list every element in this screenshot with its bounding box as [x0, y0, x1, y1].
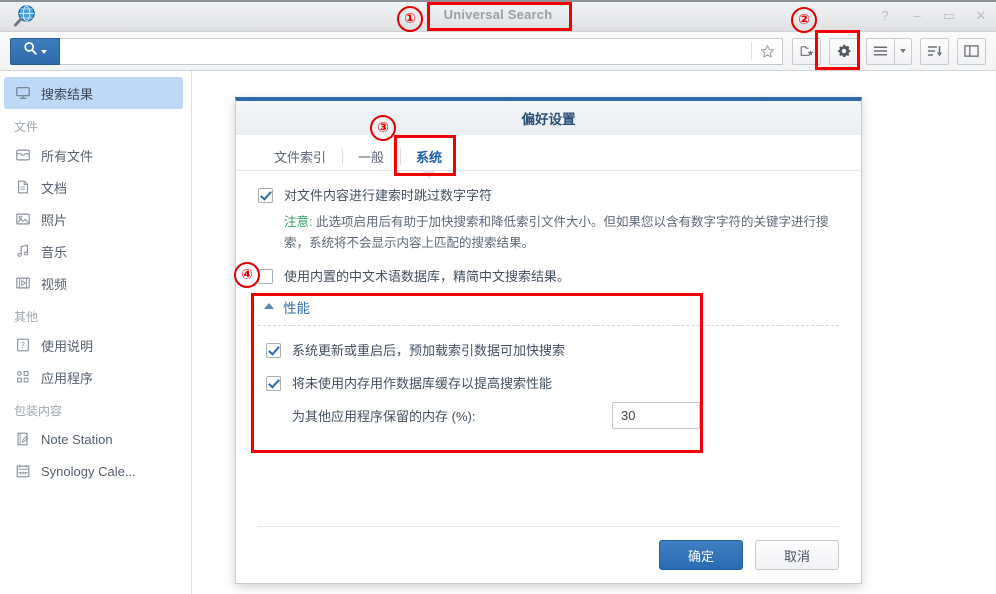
chevron-up-icon [264, 303, 274, 309]
sidebar: 搜索结果 文件 所有文件 文档 照片 音乐 视频 其他 ? 使用说明 应用程序 … [0, 71, 192, 594]
sidebar-item-label: 文档 [41, 180, 68, 196]
question-box-icon: ? [14, 337, 31, 354]
dialog-title: 偏好设置 [521, 112, 576, 127]
memory-reserve-row: 为其他应用程序保留的内存 (%): [292, 402, 839, 429]
note-keyword: 注意: [284, 215, 313, 229]
sidebar-item-label: Note Station [41, 431, 113, 447]
sidebar-item-synology-calendar[interactable]: Synology Cale... [0, 455, 191, 487]
apps-icon [14, 369, 31, 386]
annotation-marker-4: ④ [234, 262, 260, 288]
application-window: Universal Search ? – ▭ ✕ 搜索结果 文件 所有文件 文档… [0, 0, 996, 594]
option-skip-numeric[interactable]: 对文件内容进行建索时跳过数字字符 [258, 187, 839, 204]
checkbox-skip-numeric[interactable] [258, 188, 273, 203]
ok-button[interactable]: 确定 [659, 540, 743, 570]
sidebar-item-all-files[interactable]: 所有文件 [0, 139, 191, 171]
option-label: 对文件内容进行建索时跳过数字字符 [284, 188, 493, 203]
sidebar-item-label: 搜索结果 [41, 86, 94, 102]
sidebar-group-title-files: 文件 [14, 120, 39, 134]
caret-down-icon [41, 50, 47, 54]
sidebar-item-documents[interactable]: 文档 [0, 171, 191, 203]
sidebar-item-label: 音乐 [41, 244, 68, 260]
preferences-dialog: 偏好设置 文件索引 一般 系统 对文件内容进行建索时跳过数字字符 注意: 此选项… [235, 97, 862, 584]
performance-header[interactable]: 性能 [258, 293, 839, 326]
note-icon [14, 431, 31, 448]
sidebar-group-title-other: 其他 [14, 310, 39, 324]
caret-down-icon [900, 49, 906, 53]
layout-panel-icon-button[interactable] [957, 37, 986, 65]
sidebar-item-label: 使用说明 [41, 338, 94, 354]
option-memory-cache[interactable]: 将未使用内存用作数据库缓存以提高搜索性能 [266, 375, 839, 392]
toolbar-buttons [792, 37, 986, 65]
gear-icon-button[interactable] [829, 37, 858, 65]
view-mode-group [866, 37, 912, 65]
option-label: 系统更新或重启后，预加载索引数据可加快搜索 [292, 343, 566, 358]
list-icon-button[interactable] [866, 37, 895, 65]
memory-reserve-input[interactable] [612, 402, 700, 429]
sidebar-group-title-packages: 包装内容 [14, 404, 63, 418]
monitor-icon [14, 85, 31, 102]
divider [751, 42, 752, 60]
sidebar-item-instructions[interactable]: ? 使用说明 [0, 329, 191, 361]
document-icon [14, 179, 31, 196]
help-button[interactable]: ? [878, 9, 892, 22]
minimize-button[interactable]: – [910, 9, 924, 22]
search-icon [23, 41, 38, 61]
performance-body: 系统更新或重启后，预加载索引数据可加快搜索 将未使用内存用作数据库缓存以提高搜索… [258, 326, 839, 429]
calendar-icon [14, 463, 31, 480]
sidebar-item-label: Synology Cale... [41, 463, 136, 479]
search-scope-button[interactable] [10, 37, 60, 65]
annotation-marker-1: ① [397, 6, 423, 32]
option-label: 使用内置的中文术语数据库，精简中文搜索结果。 [284, 269, 571, 284]
sidebar-item-label: 所有文件 [41, 148, 94, 164]
option-label: 将未使用内存用作数据库缓存以提高搜索性能 [292, 376, 553, 391]
maximize-button[interactable]: ▭ [942, 9, 956, 22]
memory-reserve-label: 为其他应用程序保留的内存 (%): [292, 409, 476, 424]
option-preload-index[interactable]: 系统更新或重启后，预加载索引数据可加快搜索 [266, 342, 839, 359]
sidebar-item-label: 应用程序 [41, 370, 94, 386]
sidebar-item-music[interactable]: 音乐 [0, 235, 191, 267]
svg-text:?: ? [20, 341, 24, 350]
dialog-header: 偏好设置 [236, 101, 861, 135]
cancel-button[interactable]: 取消 [755, 540, 839, 570]
window-controls: ? – ▭ ✕ [878, 0, 988, 31]
search-field-wrapper[interactable] [60, 37, 783, 65]
annotation-marker-3: ③ [370, 115, 396, 141]
sidebar-item-label: 视频 [41, 276, 68, 292]
checkbox-chinese-terms-db[interactable] [258, 269, 273, 284]
note-text: 此选项启用后有助于加快搜索和降低索引文件大小。但如果您以含有数字字符的关键字进行… [284, 215, 829, 250]
search-input[interactable] [68, 37, 747, 65]
sidebar-item-note-station[interactable]: Note Station [0, 423, 191, 455]
annotation-marker-2: ② [791, 7, 817, 33]
window-title: Universal Search [443, 7, 553, 22]
photo-icon [14, 211, 31, 228]
close-button[interactable]: ✕ [974, 9, 988, 22]
music-icon [14, 243, 31, 260]
checkbox-preload-index[interactable] [266, 343, 281, 358]
video-icon [14, 275, 31, 292]
performance-title: 性能 [283, 301, 310, 316]
archive-icon [14, 147, 31, 164]
option-chinese-terms-db[interactable]: 使用内置的中文术语数据库，精简中文搜索结果。 [258, 268, 839, 285]
sidebar-item-search-results[interactable]: 搜索结果 [4, 77, 183, 109]
option-note: 注意: 此选项启用后有助于加快搜索和降低索引文件大小。但如果您以含有数字字符的关… [284, 212, 829, 254]
title-bar: Universal Search ? – ▭ ✕ [0, 0, 996, 32]
star-icon[interactable] [756, 40, 778, 62]
sort-descending-icon-button[interactable] [920, 37, 949, 65]
sidebar-item-videos[interactable]: 视频 [0, 267, 191, 299]
dialog-tabs: 文件索引 一般 系统 [236, 135, 861, 171]
search-toolbar [0, 32, 996, 71]
folder-star-icon-button[interactable] [792, 37, 821, 65]
dialog-footer: 确定 取消 [258, 526, 839, 583]
tab-general[interactable]: 一般 [342, 143, 400, 170]
tab-file-index[interactable]: 文件索引 [258, 143, 342, 170]
performance-section: 性能 系统更新或重启后，预加载索引数据可加快搜索 将未使用内存用作数据库缓存以提… [258, 293, 839, 429]
view-mode-caret-down-icon[interactable] [895, 37, 912, 65]
title-bar-accent-line [0, 0, 996, 2]
checkbox-memory-cache[interactable] [266, 376, 281, 391]
sidebar-item-photos[interactable]: 照片 [0, 203, 191, 235]
sidebar-item-label: 照片 [41, 212, 68, 228]
dialog-body: 对文件内容进行建索时跳过数字字符 注意: 此选项启用后有助于加快搜索和降低索引文… [236, 171, 861, 526]
tab-system[interactable]: 系统 [400, 143, 458, 170]
sidebar-item-applications[interactable]: 应用程序 [0, 361, 191, 393]
